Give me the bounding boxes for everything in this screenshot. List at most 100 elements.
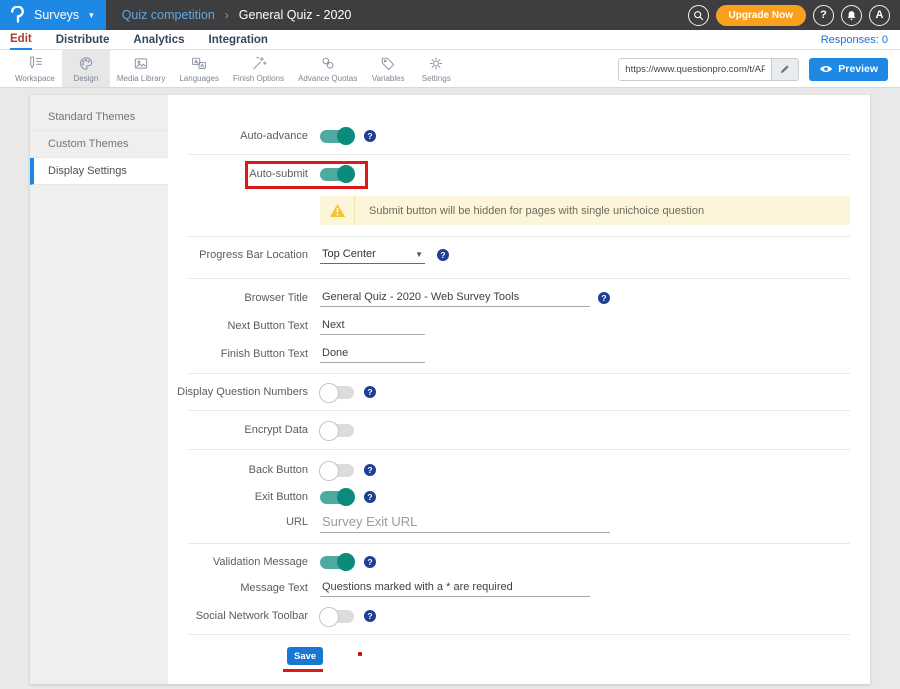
chevron-down-icon: ▾ <box>89 10 94 21</box>
back-button-help-icon[interactable]: ? <box>364 464 376 476</box>
auto-submit-row: Auto-submit <box>168 161 870 187</box>
sidebar-item-display-settings[interactable]: Display Settings <box>30 158 168 185</box>
next-button-text-label: Next Button Text <box>168 320 308 332</box>
tab-distribute[interactable]: Distribute <box>56 31 110 49</box>
translate-icon <box>189 55 209 72</box>
toolbar-item-media-library[interactable]: Media Library <box>110 50 172 87</box>
breadcrumb-separator-icon: › <box>225 8 229 22</box>
section-divider <box>188 278 850 279</box>
progress-bar-location-select[interactable]: Top Center ▼ <box>320 246 425 264</box>
save-button[interactable]: Save <box>287 647 323 665</box>
warning-triangle-icon <box>320 203 354 218</box>
chain-links-icon <box>318 55 338 72</box>
next-button-text-row: Next Button Text <box>168 313 870 339</box>
tab-edit[interactable]: Edit <box>10 30 32 50</box>
notifications-button[interactable] <box>841 5 862 26</box>
image-icon <box>131 55 151 72</box>
browser-title-label: Browser Title <box>168 292 308 304</box>
warning-text: Submit button will be hidden for pages w… <box>355 205 704 217</box>
annotation-underline <box>283 669 323 672</box>
next-button-text-input[interactable] <box>320 317 425 335</box>
breadcrumb: Quiz competition › General Quiz - 2020 <box>122 8 352 22</box>
eye-icon <box>819 64 833 74</box>
gear-icon <box>426 55 446 72</box>
exit-url-input[interactable] <box>320 512 610 533</box>
auto-advance-row: Auto-advance ? <box>168 123 870 149</box>
display-question-numbers-help-icon[interactable]: ? <box>364 386 376 398</box>
survey-tab-bar: Edit Distribute Analytics Integration Re… <box>0 30 900 50</box>
sidebar-item-standard-themes[interactable]: Standard Themes <box>30 104 168 131</box>
exit-button-help-icon[interactable]: ? <box>364 491 376 503</box>
encrypt-data-row: Encrypt Data <box>168 417 870 443</box>
exit-url-row: URL <box>168 509 870 535</box>
search-button[interactable] <box>688 5 709 26</box>
toolbar-item-design[interactable]: Design <box>62 50 110 87</box>
tab-integration[interactable]: Integration <box>209 31 268 49</box>
encrypt-data-label: Encrypt Data <box>168 424 308 436</box>
select-caret-icon: ▼ <box>415 250 423 259</box>
encrypt-data-toggle[interactable] <box>320 424 354 437</box>
design-settings-card: Standard Themes Custom Themes Display Se… <box>30 95 870 684</box>
product-menu-label: Surveys <box>34 8 79 22</box>
social-network-toolbar-row: Social Network Toolbar ? <box>168 603 870 629</box>
tab-analytics[interactable]: Analytics <box>133 31 184 49</box>
toolbar-item-workspace[interactable]: Workspace <box>8 50 62 87</box>
auto-submit-label: Auto-submit <box>168 168 308 180</box>
progress-bar-location-row: Progress Bar Location Top Center ▼ ? <box>168 242 870 268</box>
progress-bar-location-help-icon[interactable]: ? <box>437 249 449 261</box>
validation-message-toggle[interactable] <box>320 556 354 569</box>
upgrade-now-button[interactable]: Upgrade Now <box>716 5 806 26</box>
search-icon <box>693 10 704 21</box>
edit-url-button[interactable] <box>771 59 798 80</box>
browser-title-input[interactable] <box>320 289 590 307</box>
preview-button[interactable]: Preview <box>809 58 888 81</box>
progress-bar-location-value: Top Center <box>322 248 376 260</box>
breadcrumb-survey-title: General Quiz - 2020 <box>239 8 352 22</box>
display-question-numbers-toggle[interactable] <box>320 386 354 399</box>
product-menu[interactable]: Surveys ▾ <box>0 0 106 30</box>
message-text-input[interactable] <box>320 579 590 597</box>
validation-message-label: Validation Message <box>168 556 308 568</box>
responses-count[interactable]: Responses: 0 <box>821 34 888 46</box>
back-button-row: Back Button ? <box>168 457 870 483</box>
design-sidebar: Standard Themes Custom Themes Display Se… <box>30 95 168 684</box>
social-network-toolbar-toggle[interactable] <box>320 610 354 623</box>
browser-title-help-icon[interactable]: ? <box>598 292 610 304</box>
preview-label: Preview <box>838 63 878 75</box>
message-text-label: Message Text <box>168 582 308 594</box>
validation-message-help-icon[interactable]: ? <box>364 556 376 568</box>
toolbar-item-variables[interactable]: Variables <box>364 50 412 87</box>
share-url-group <box>618 58 799 81</box>
top-bar: Surveys ▾ Quiz competition › General Qui… <box>0 0 900 30</box>
breadcrumb-folder[interactable]: Quiz competition <box>122 8 215 22</box>
annotation-dot <box>358 652 362 656</box>
back-button-toggle[interactable] <box>320 464 354 477</box>
auto-submit-toggle[interactable] <box>320 168 354 181</box>
share-url-input[interactable] <box>619 59 771 80</box>
sidebar-item-custom-themes[interactable]: Custom Themes <box>30 131 168 158</box>
palette-icon <box>76 55 96 72</box>
exit-url-label: URL <box>168 516 308 528</box>
toolbar-item-languages[interactable]: Languages <box>172 50 226 87</box>
display-settings-panel: Auto-advance ? Auto-submit Submit button… <box>168 95 870 684</box>
progress-bar-location-label: Progress Bar Location <box>168 249 308 261</box>
exit-button-label: Exit Button <box>168 491 308 503</box>
bell-icon <box>846 10 857 21</box>
avatar[interactable]: A <box>869 5 890 26</box>
pencil-icon <box>779 63 791 75</box>
help-button[interactable]: ? <box>813 5 834 26</box>
auto-advance-help-icon[interactable]: ? <box>364 130 376 142</box>
back-button-label: Back Button <box>168 464 308 476</box>
section-divider <box>188 154 850 155</box>
social-network-toolbar-label: Social Network Toolbar <box>168 610 308 622</box>
finish-button-text-input[interactable] <box>320 345 425 363</box>
auto-advance-toggle[interactable] <box>320 130 354 143</box>
display-question-numbers-label: Display Question Numbers <box>168 386 308 398</box>
toolbar-item-finish-options[interactable]: Finish Options <box>226 50 291 87</box>
finish-button-text-row: Finish Button Text <box>168 341 870 367</box>
toolbar-item-advance-quotas[interactable]: Advance Quotas <box>291 50 364 87</box>
exit-button-toggle[interactable] <box>320 491 354 504</box>
social-network-toolbar-help-icon[interactable]: ? <box>364 610 376 622</box>
toolbar-item-settings[interactable]: Settings <box>412 50 460 87</box>
display-question-numbers-row: Display Question Numbers ? <box>168 379 870 405</box>
